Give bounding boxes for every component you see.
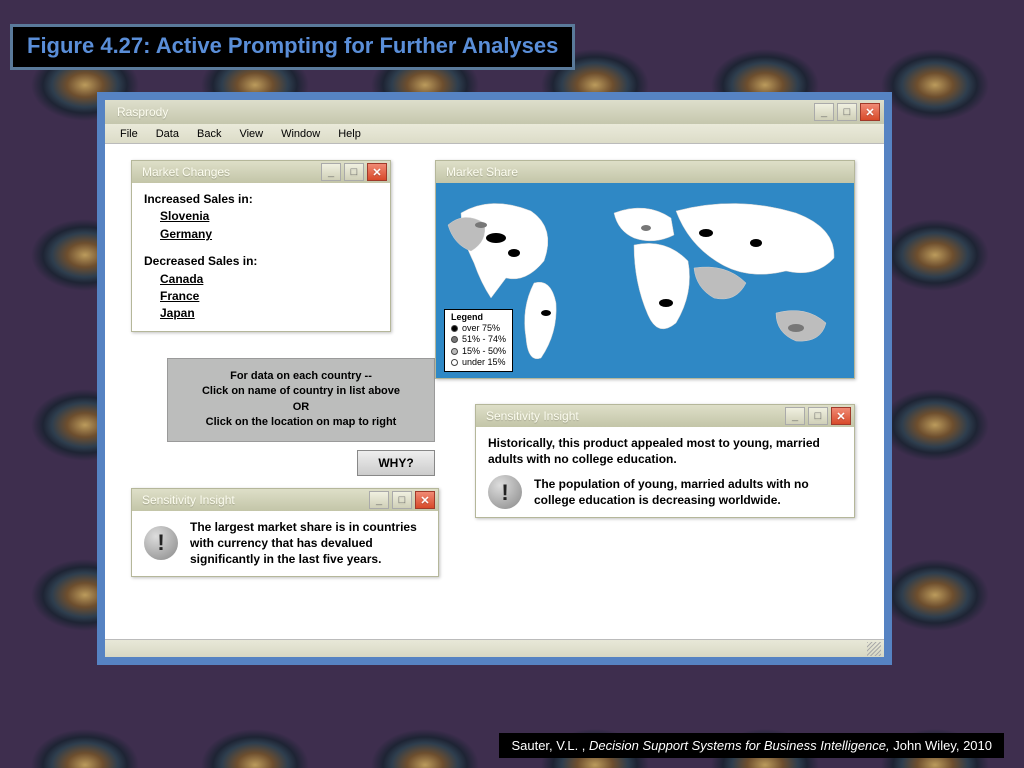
market-changes-titlebar: Market Changes _ □ ✕: [132, 161, 390, 183]
why-button[interactable]: WHY?: [357, 450, 435, 476]
citation: Sauter, V.L. , Decision Support Systems …: [499, 733, 1004, 758]
menu-help[interactable]: Help: [329, 128, 370, 140]
legend-item: under 15%: [462, 357, 506, 368]
menubar: File Data Back View Window Help: [105, 124, 884, 144]
legend-item: 51% - 74%: [462, 334, 506, 345]
country-link-canada[interactable]: Canada: [144, 271, 378, 288]
alert-icon: !: [488, 475, 522, 509]
close-button[interactable]: ✕: [415, 491, 435, 509]
instruction-line: For data on each country --: [176, 369, 426, 384]
maximize-button[interactable]: □: [837, 103, 857, 121]
figure-caption: Figure 4.27: Active Prompting for Furthe…: [10, 24, 575, 70]
menu-file[interactable]: File: [111, 128, 147, 140]
app-title: Rasprody: [117, 105, 168, 119]
menu-view[interactable]: View: [230, 128, 272, 140]
maximize-button[interactable]: □: [392, 491, 412, 509]
main-titlebar: Rasprody _ □ ✕: [105, 100, 884, 124]
sensitivity-insight-window-1: Sensitivity Insight _ □ ✕ ! The largest …: [131, 488, 439, 577]
instruction-box: For data on each country -- Click on nam…: [167, 358, 435, 442]
sensitivity-1-titlebar: Sensitivity Insight _ □ ✕: [132, 489, 438, 511]
citation-author: Sauter, V.L. ,: [511, 738, 589, 753]
workspace: Market Changes _ □ ✕ Increased Sales in:…: [105, 144, 884, 639]
map-legend: Legend over 75% 51% - 74% 15% - 50% unde…: [444, 309, 513, 372]
country-link-france[interactable]: France: [144, 288, 378, 305]
minimize-button[interactable]: _: [369, 491, 389, 509]
citation-pub: John Wiley, 2010: [893, 738, 992, 753]
minimize-button[interactable]: _: [814, 103, 834, 121]
figure-caption-text: Figure 4.27: Active Prompting for Furthe…: [27, 33, 558, 58]
close-button[interactable]: ✕: [831, 407, 851, 425]
sensitivity-insight-window-2: Sensitivity Insight _ □ ✕ Historically, …: [475, 404, 855, 518]
citation-title: Decision Support Systems for Business In…: [589, 738, 893, 753]
increased-header: Increased Sales in:: [144, 191, 378, 208]
market-share-titlebar: Market Share: [436, 161, 854, 183]
market-changes-title: Market Changes: [142, 165, 230, 179]
legend-title: Legend: [451, 312, 506, 323]
maximize-button[interactable]: □: [808, 407, 828, 425]
sensitivity-2-detail: The population of young, married adults …: [534, 476, 842, 508]
instruction-line: Click on name of country in list above: [176, 384, 426, 399]
app-window: Rasprody _ □ ✕ File Data Back View Windo…: [97, 92, 892, 665]
country-link-japan[interactable]: Japan: [144, 305, 378, 322]
menu-data[interactable]: Data: [147, 128, 188, 140]
maximize-button[interactable]: □: [344, 163, 364, 181]
instruction-line: OR: [176, 400, 426, 415]
menu-window[interactable]: Window: [272, 128, 329, 140]
market-changes-window: Market Changes _ □ ✕ Increased Sales in:…: [131, 160, 391, 332]
minimize-button[interactable]: _: [321, 163, 341, 181]
country-link-slovenia[interactable]: Slovenia: [144, 208, 378, 225]
statusbar: [105, 639, 884, 657]
market-changes-body: Increased Sales in: Slovenia Germany Dec…: [132, 183, 390, 331]
sensitivity-2-titlebar: Sensitivity Insight _ □ ✕: [476, 405, 854, 427]
sensitivity-2-title: Sensitivity Insight: [486, 409, 579, 423]
market-share-window: Market Share: [435, 160, 855, 379]
decreased-header: Decreased Sales in:: [144, 253, 378, 270]
world-map[interactable]: Legend over 75% 51% - 74% 15% - 50% unde…: [436, 183, 854, 378]
close-button[interactable]: ✕: [367, 163, 387, 181]
why-button-label: WHY?: [378, 456, 413, 470]
sensitivity-1-text: The largest market share is in countries…: [190, 519, 426, 568]
instruction-line: Click on the location on map to right: [176, 415, 426, 430]
sensitivity-1-title: Sensitivity Insight: [142, 493, 235, 507]
legend-item: 15% - 50%: [462, 346, 506, 357]
country-link-germany[interactable]: Germany: [144, 226, 378, 243]
sensitivity-2-top: Historically, this product appealed most…: [488, 435, 842, 467]
close-button[interactable]: ✕: [860, 103, 880, 121]
market-share-title: Market Share: [446, 165, 518, 179]
legend-item: over 75%: [462, 323, 500, 334]
menu-back[interactable]: Back: [188, 128, 230, 140]
minimize-button[interactable]: _: [785, 407, 805, 425]
alert-icon: !: [144, 526, 178, 560]
